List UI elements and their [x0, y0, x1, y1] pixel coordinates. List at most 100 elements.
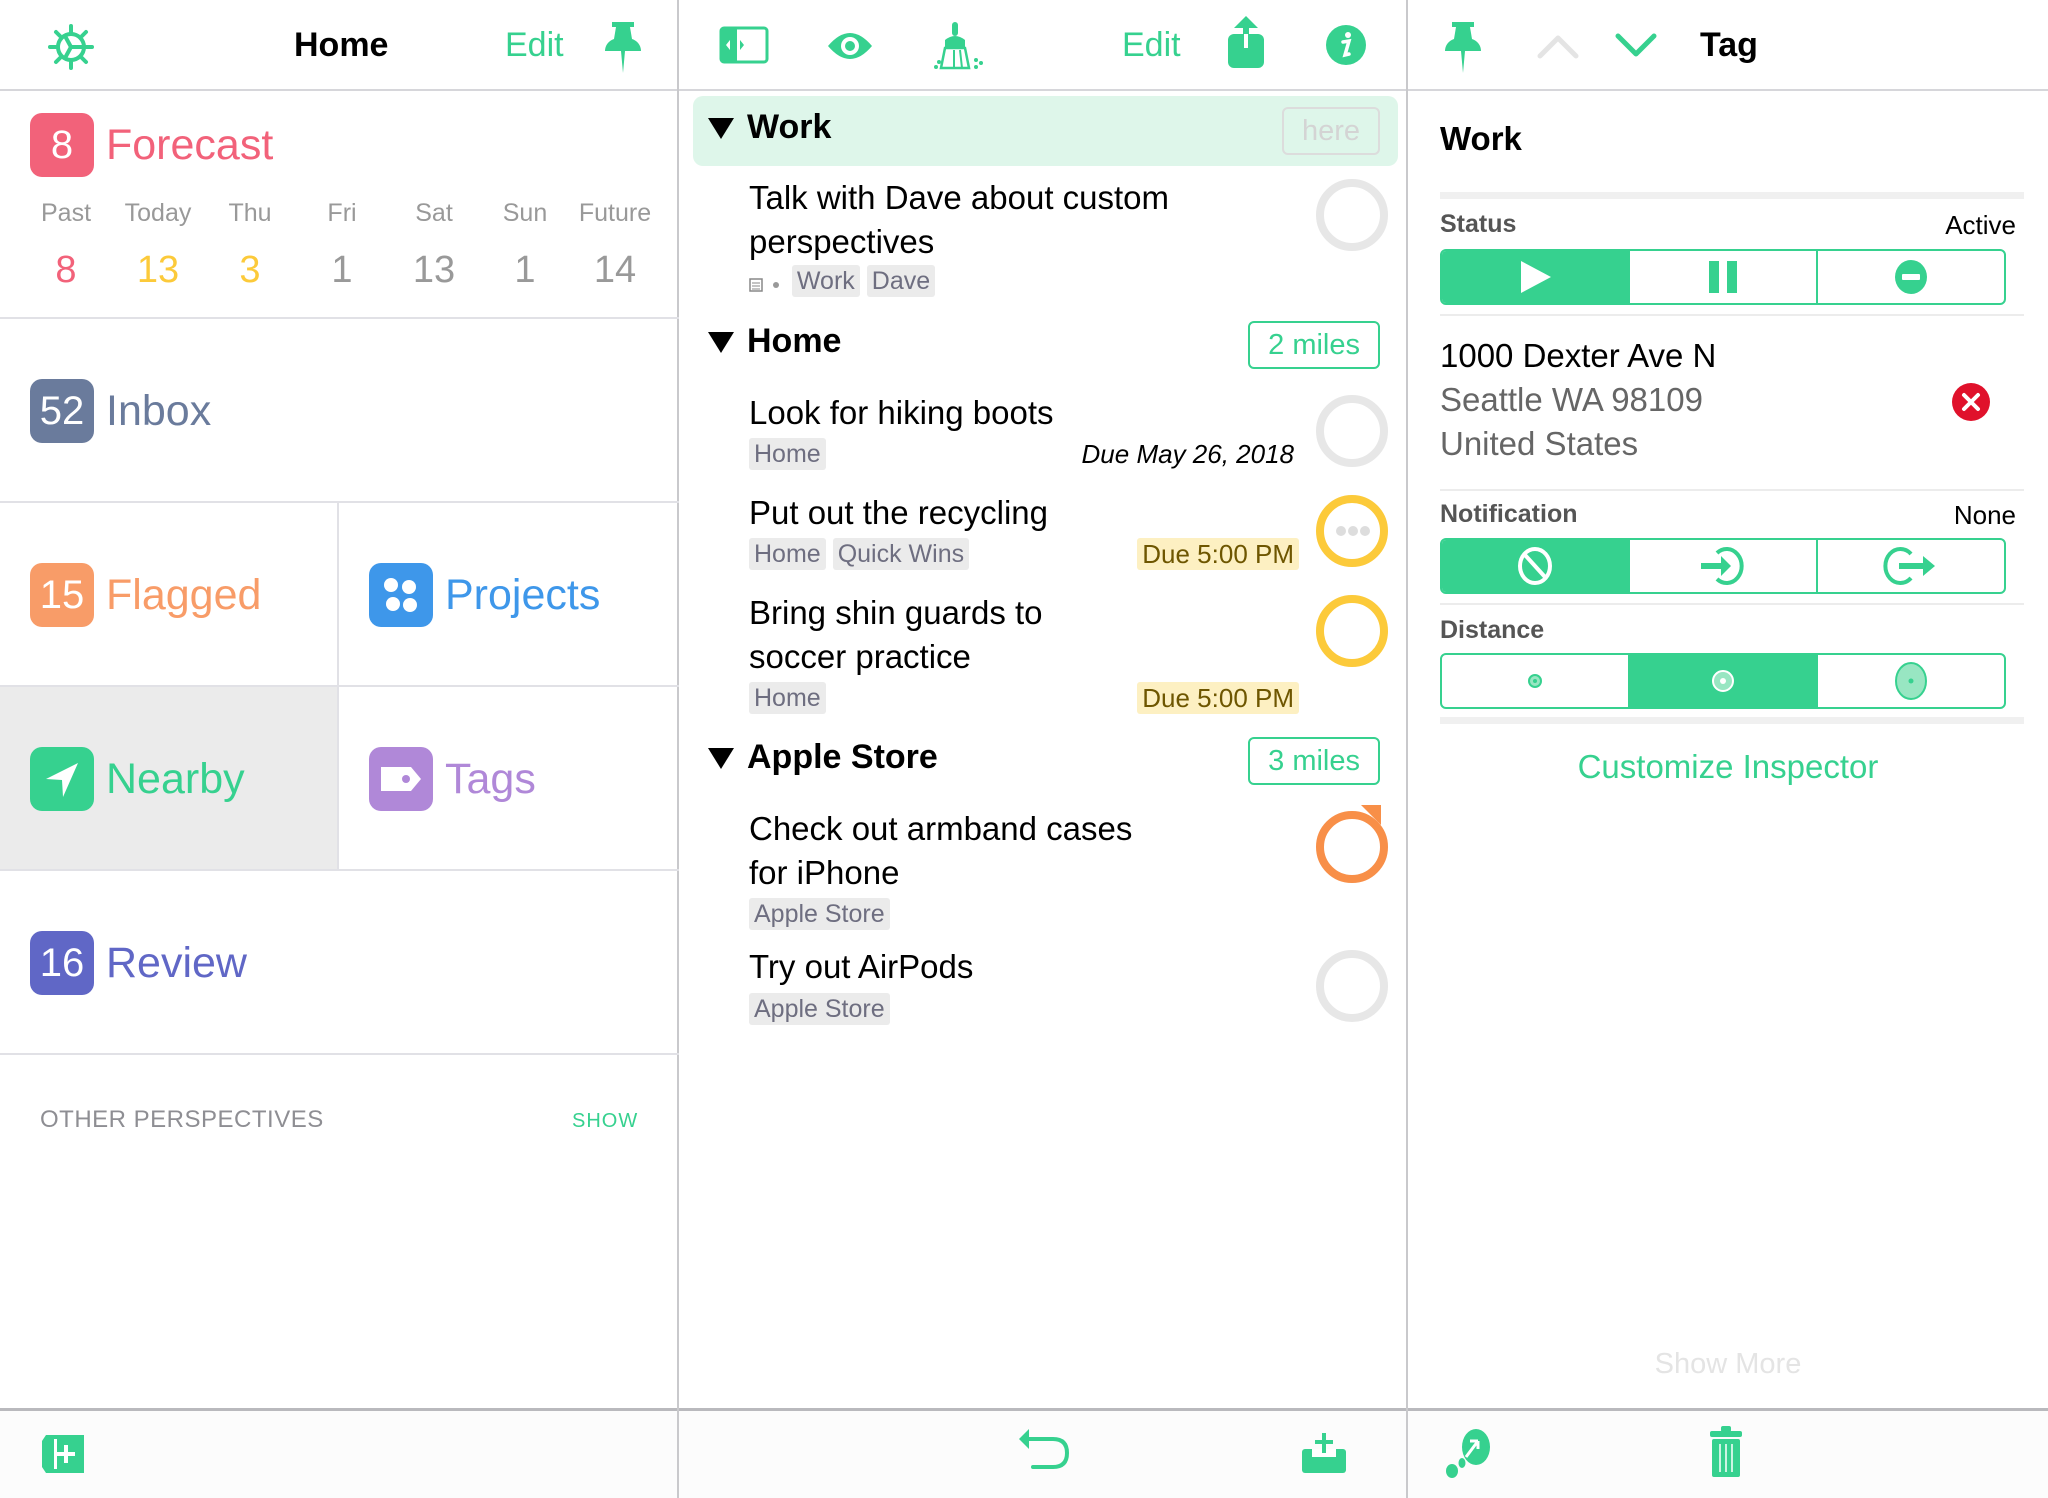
due-date: Due May 26, 2018	[1081, 439, 1294, 469]
perspective-tags[interactable]: Tags	[339, 687, 679, 871]
task-checkbox[interactable]	[1316, 595, 1388, 667]
remove-location-icon[interactable]	[1951, 382, 1991, 422]
pin-inspector-icon[interactable]	[1444, 20, 1482, 74]
forecast-count[interactable]: 13	[389, 249, 479, 292]
group-header-work[interactable]: Work here	[693, 96, 1398, 166]
distance-large-segment[interactable]	[1818, 655, 2004, 707]
sidebar-edit-button[interactable]: Edit	[505, 26, 564, 65]
inspector-navbar: Tag	[1408, 0, 2048, 91]
task-checkbox[interactable]	[1316, 179, 1388, 251]
distance-label: Distance	[1440, 616, 1545, 644]
show-more-button[interactable]: Show More	[1408, 1348, 2048, 1381]
tag-chip[interactable]: Home	[749, 538, 826, 570]
due-date-badge: Due 5:00 PM	[1137, 538, 1299, 570]
distance-small-segment[interactable]	[1442, 655, 1630, 707]
perspective-review[interactable]: 16 Review	[0, 871, 679, 1055]
no-notification-icon	[1518, 547, 1552, 585]
address-line-3: United States	[1440, 425, 1639, 462]
sidebar-toggle-icon[interactable]	[719, 26, 769, 64]
notification-segmented-control	[1440, 538, 2006, 594]
section-divider	[1440, 489, 2024, 491]
share-icon[interactable]	[1226, 14, 1266, 70]
arriving-icon	[1701, 547, 1744, 585]
forecast-count[interactable]: 1	[297, 249, 387, 292]
undo-icon[interactable]	[1017, 1429, 1073, 1473]
next-item-chevron-down-icon[interactable]	[1614, 32, 1658, 60]
task-tags: Home Quick Wins	[749, 538, 976, 570]
notification-leaving-segment[interactable]	[1818, 540, 2004, 592]
distance-segmented-control	[1440, 653, 2006, 709]
disclosure-triangle-icon[interactable]	[708, 118, 734, 139]
status-dropped-segment[interactable]	[1818, 251, 2004, 303]
group-name: Home	[747, 322, 842, 360]
customize-inspector-button[interactable]: Customize Inspector	[1408, 748, 2048, 786]
disclosure-triangle-icon[interactable]	[708, 332, 734, 353]
dropped-minus-icon	[1895, 260, 1927, 294]
clean-up-broom-icon[interactable]	[932, 20, 994, 72]
section-separator	[1440, 717, 2024, 724]
disclosure-triangle-icon[interactable]	[708, 748, 734, 769]
tag-chip[interactable]: Quick Wins	[832, 538, 970, 570]
tag-chip[interactable]: Home	[749, 438, 826, 470]
leaving-icon	[1883, 547, 1935, 585]
forecast-count[interactable]: 14	[570, 249, 660, 292]
perspective-projects[interactable]: Projects	[339, 503, 679, 687]
task-title[interactable]: Put out the recycling	[749, 491, 1229, 535]
tags-label: Tags	[445, 755, 536, 803]
task-title[interactable]: Look for hiking boots	[749, 391, 1229, 435]
task-checkbox-repeat[interactable]	[1316, 495, 1388, 567]
status-segmented-control	[1440, 249, 2006, 305]
tag-chip[interactable]: Apple Store	[749, 993, 890, 1025]
task-tags: Work Dave	[749, 265, 942, 297]
perspective-inbox[interactable]: 52 Inbox	[0, 319, 679, 503]
status-active-segment[interactable]	[1442, 251, 1630, 303]
delete-trash-icon[interactable]	[1708, 1425, 1744, 1479]
quick-entry-inbox-icon[interactable]	[1300, 1431, 1348, 1475]
group-header-apple-store[interactable]: Apple Store 3 miles	[693, 726, 1398, 796]
task-list-edit-button[interactable]: Edit	[1122, 26, 1181, 65]
show-other-perspectives-button[interactable]: SHOW	[572, 1110, 638, 1133]
forecast-count[interactable]: 3	[205, 249, 295, 292]
play-icon	[1521, 261, 1551, 293]
view-options-eye-icon[interactable]	[826, 29, 874, 63]
perspective-flagged[interactable]: 15 Flagged	[0, 503, 339, 687]
section-separator	[1440, 192, 2024, 199]
perspective-nearby[interactable]: Nearby	[0, 687, 339, 871]
task-title[interactable]: Check out armband cases for iPhone	[749, 807, 1229, 895]
tag-name-field[interactable]: Work	[1440, 120, 1522, 158]
task-title[interactable]: Try out AirPods	[749, 945, 1229, 989]
status-on-hold-segment[interactable]	[1630, 251, 1818, 303]
review-label: Review	[106, 939, 247, 987]
previous-item-chevron-up-icon[interactable]	[1536, 32, 1580, 60]
task-title[interactable]: Bring shin guards to soccer practice	[749, 591, 1229, 679]
task-title[interactable]: Talk with Dave about custom perspectives	[749, 176, 1229, 264]
task-checkbox[interactable]	[1316, 950, 1388, 1022]
flag-corner-icon	[1361, 805, 1381, 825]
perspective-forecast[interactable]: 8 Forecast Past Today Thu Fri Sat Sun Fu…	[0, 91, 679, 319]
task-tags: Apple Store	[749, 993, 897, 1025]
tag-chip[interactable]: Apple Store	[749, 898, 890, 930]
inbox-label: Inbox	[106, 387, 212, 435]
task-title-line: Talk with Dave about custom	[749, 179, 1170, 216]
group-name: Work	[747, 108, 832, 146]
forecast-count[interactable]: 13	[113, 249, 203, 292]
tag-chip[interactable]: Dave	[866, 265, 936, 297]
info-icon[interactable]	[1325, 24, 1367, 66]
pin-icon[interactable]	[604, 20, 642, 74]
new-window-icon[interactable]	[40, 1433, 88, 1475]
tag-chip[interactable]: Home	[749, 682, 826, 714]
large-radius-icon	[1895, 662, 1927, 700]
tag-location-icon[interactable]	[1444, 1427, 1494, 1479]
notification-label: Notification	[1440, 500, 1578, 528]
notification-none-segment[interactable]	[1442, 540, 1630, 592]
group-header-home[interactable]: Home 2 miles	[693, 310, 1398, 380]
sidebar-title: Home	[294, 26, 389, 64]
forecast-day: Sun	[502, 199, 548, 227]
settings-gear-icon[interactable]	[48, 24, 94, 70]
tag-chip[interactable]: Work	[791, 265, 860, 297]
distance-medium-segment[interactable]	[1630, 655, 1818, 707]
notification-arriving-segment[interactable]	[1630, 540, 1818, 592]
task-checkbox[interactable]	[1316, 395, 1388, 467]
forecast-count[interactable]: 8	[21, 249, 111, 292]
forecast-count[interactable]: 1	[480, 249, 570, 292]
